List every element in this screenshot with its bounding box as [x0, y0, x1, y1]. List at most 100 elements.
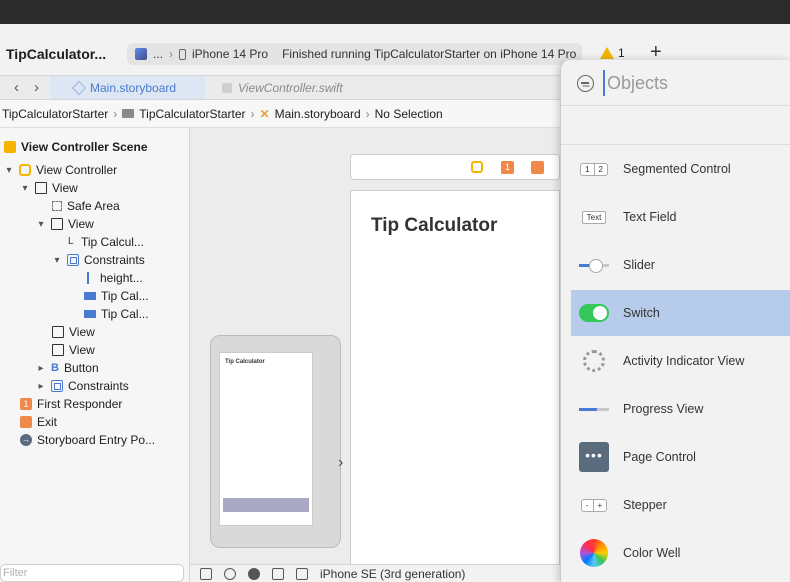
- outline-row-label[interactable]: L Tip Calcul...: [68, 233, 144, 251]
- row-label: Storyboard Entry Po...: [37, 433, 156, 447]
- row-label: Button: [63, 361, 99, 375]
- jumpbar-group[interactable]: TipCalculatorStarter: [139, 107, 245, 121]
- item-label: Progress View: [623, 402, 704, 416]
- view-icon: [52, 344, 64, 356]
- tab-main-storyboard[interactable]: Main.storyboard: [50, 76, 205, 99]
- scheme-status-bar[interactable]: ... › iPhone 14 Pro Finished running Tip…: [127, 43, 582, 65]
- outline-row-height-constraint[interactable]: height...: [84, 269, 143, 287]
- outline-row-view[interactable]: View: [52, 323, 95, 341]
- item-label: Page Control: [623, 450, 696, 464]
- object-library-panel: 12 Segmented Control Text Text Field Sli…: [560, 60, 790, 582]
- library-item-segmented-control[interactable]: 12 Segmented Control: [571, 146, 790, 192]
- phone-icon: [179, 48, 187, 60]
- outline-row-view[interactable]: ▾ View: [20, 179, 77, 197]
- outline-row-tip-constraint[interactable]: Tip Cal...: [84, 305, 149, 323]
- scene-icon: [4, 141, 16, 153]
- library-item-switch[interactable]: Switch: [571, 290, 790, 336]
- scene-dock[interactable]: 1: [350, 154, 560, 180]
- row-label: height...: [100, 271, 143, 285]
- outline-filter-field[interactable]: Filter: [0, 564, 184, 582]
- view-icon: [52, 326, 64, 338]
- view-controller-icon[interactable]: [471, 161, 483, 173]
- back-arrow-icon[interactable]: ‹: [14, 79, 19, 96]
- row-label: View Controller: [36, 163, 118, 177]
- status-text: Finished running TipCalculatorStarter on…: [282, 47, 577, 61]
- constraint-icon: [84, 310, 96, 318]
- item-label: Activity Indicator View: [623, 354, 745, 368]
- exit-icon[interactable]: [531, 161, 544, 174]
- view-icon: [35, 182, 47, 194]
- jumpbar-selection[interactable]: No Selection: [375, 107, 443, 121]
- divider: [561, 144, 790, 145]
- disclosure-open-icon[interactable]: ▾: [52, 255, 62, 266]
- row-label: Tip Cal...: [101, 289, 149, 303]
- segment-label: 1: [585, 164, 590, 174]
- outline-row-constraints[interactable]: ▾ Constraints: [52, 251, 145, 269]
- outline-row-entry-point[interactable]: → Storyboard Entry Po...: [20, 431, 155, 449]
- outline-row-view[interactable]: View: [52, 341, 95, 359]
- tab-viewcontroller-swift[interactable]: ViewController.swift: [220, 76, 343, 99]
- library-item-color-well[interactable]: Color Well: [571, 530, 790, 576]
- tab-label: ViewController.swift: [238, 80, 343, 95]
- accessibility-icon[interactable]: [224, 567, 236, 580]
- disclosure-open-icon[interactable]: ▾: [36, 219, 46, 230]
- library-item-slider[interactable]: Slider: [571, 242, 790, 288]
- project-title[interactable]: TipCalculator...: [6, 46, 106, 62]
- warning-indicator[interactable]: 1: [600, 46, 625, 60]
- library-item-page-control[interactable]: ••• Page Control: [571, 434, 790, 480]
- activity-indicator-icon: [579, 350, 609, 372]
- first-responder-icon[interactable]: 1: [501, 161, 514, 174]
- slider-icon: [579, 258, 609, 273]
- filter-icon[interactable]: [577, 75, 594, 92]
- stepper-plus: +: [592, 499, 607, 511]
- disclosure-open-icon[interactable]: ▾: [4, 165, 14, 176]
- disclosure-closed-icon[interactable]: ▸: [36, 363, 46, 374]
- outline-row-tip-constraint[interactable]: Tip Cal...: [84, 287, 149, 305]
- outline-row-first-responder[interactable]: 1 First Responder: [20, 395, 122, 413]
- segment-label: 2: [593, 163, 607, 175]
- item-label: Stepper: [623, 498, 667, 512]
- phone-icon[interactable]: [296, 567, 308, 580]
- orientation-icon[interactable]: [272, 567, 284, 580]
- stepper-icon: - +: [579, 498, 609, 512]
- jumpbar-project[interactable]: TipCalculatorStarter: [2, 107, 108, 121]
- library-item-stepper[interactable]: - + Stepper: [571, 482, 790, 528]
- view-controller-screen[interactable]: Tip Calculator: [350, 190, 560, 582]
- scene-header[interactable]: View Controller Scene: [4, 140, 148, 154]
- outline-row-button[interactable]: ▸ B Button: [36, 359, 99, 377]
- view-controller-icon: [19, 164, 31, 176]
- safe-area-icon: [52, 201, 62, 211]
- library-item-text-field[interactable]: Text Text Field: [571, 194, 790, 240]
- constraint-icon: [84, 292, 96, 300]
- item-label: Slider: [623, 258, 655, 272]
- row-label: Constraints: [84, 253, 145, 267]
- library-item-activity-indicator[interactable]: Activity Indicator View: [571, 338, 790, 384]
- chevron-right-icon: ›: [250, 106, 255, 121]
- chevron-right-icon: ›: [169, 47, 174, 61]
- outline-row-safe-area[interactable]: Safe Area: [52, 197, 120, 215]
- minimap-device[interactable]: Tip Calculator: [210, 335, 341, 548]
- disclosure-open-icon[interactable]: ▾: [20, 183, 30, 194]
- outline-row-view-controller[interactable]: ▾ View Controller: [4, 161, 117, 179]
- appearance-icon[interactable]: [248, 567, 260, 580]
- outline-row-exit[interactable]: Exit: [20, 413, 57, 431]
- storyboard-canvas[interactable]: 1 Tip Calculator Tip Calculator › iPhone…: [190, 128, 560, 582]
- forward-arrow-icon[interactable]: ›: [34, 79, 39, 96]
- device-name[interactable]: iPhone 14 Pro: [192, 47, 268, 61]
- tab-label: Main.storyboard: [90, 80, 177, 95]
- window-top-bar: [0, 0, 790, 24]
- switch-icon: [579, 304, 609, 322]
- text-field-icon: Text: [579, 210, 609, 224]
- segmented-control-icon: 12: [579, 162, 609, 176]
- jumpbar-file[interactable]: Main.storyboard: [275, 107, 361, 121]
- device-label[interactable]: iPhone SE (3rd generation): [320, 567, 465, 581]
- jump-bar: TipCalculatorStarter › TipCalculatorStar…: [0, 100, 560, 128]
- row-label: View: [69, 325, 95, 339]
- outline-row-view[interactable]: ▾ View: [36, 215, 93, 233]
- tip-calculator-title[interactable]: Tip Calculator: [371, 215, 497, 237]
- outline-toggle-icon[interactable]: [200, 567, 212, 580]
- library-search-input[interactable]: [603, 70, 773, 96]
- outline-row-constraints[interactable]: ▸ Constraints: [36, 377, 128, 395]
- library-item-progress-view[interactable]: Progress View: [571, 386, 790, 432]
- disclosure-closed-icon[interactable]: ▸: [36, 381, 46, 392]
